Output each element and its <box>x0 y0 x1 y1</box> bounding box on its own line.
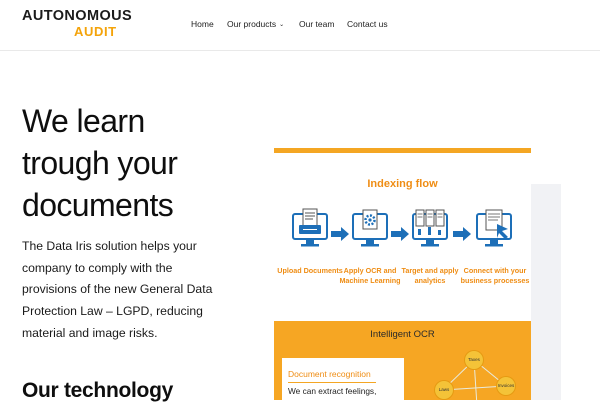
section-heading-technology: Our technology <box>22 379 173 402</box>
logo-line-1: AUTONOMOUS <box>22 8 133 24</box>
document-recognition-box: Document recognition We can extract feel… <box>282 358 404 400</box>
arrow-right-icon <box>453 227 471 241</box>
logo-line-2: AUDIT <box>74 23 117 39</box>
ocr-title: Intelligent OCR <box>370 329 435 340</box>
hero-description: The Data Iris solution helps your compan… <box>22 239 213 340</box>
node-invoices: Invoices <box>497 377 515 395</box>
hero-title: We learn trough your documents <box>22 100 262 226</box>
hero-title-line: documents <box>22 187 174 223</box>
logo[interactable]: AUTONOMOUS AUDIT <box>22 9 132 38</box>
upload-document-monitor-icon <box>292 208 328 247</box>
site-header: AUTONOMOUS AUDIT Home Our products ⌄ Our … <box>0 0 600 50</box>
hero-title-line: We learn <box>22 103 145 139</box>
ocr-gear-monitor-icon <box>352 209 388 247</box>
analytics-documents-monitor-icon <box>412 209 448 247</box>
arrow-right-icon <box>331 227 349 241</box>
flow-step-label: Target and apply analytics <box>401 266 459 285</box>
nav-item-contact-us[interactable]: Contact us <box>347 19 388 29</box>
intelligent-ocr-panel: Intelligent OCR Document recognition We … <box>274 321 531 400</box>
nav-item-label: Our products <box>227 19 277 29</box>
ocr-box-title: Document recognition <box>288 369 371 379</box>
node-taxes: Taxes <box>465 351 483 369</box>
hero-title-line: trough your <box>22 145 178 181</box>
business-process-monitor-icon <box>476 209 512 247</box>
flow-title: Indexing flow <box>367 178 438 190</box>
nav-item-our-products[interactable]: Our products ⌄ <box>227 19 284 29</box>
arrow-right-icon <box>391 227 409 241</box>
flow-step-label: Connect with your business processes <box>460 266 530 285</box>
nav-item-our-team[interactable]: Our team <box>299 19 334 29</box>
indexing-flow-diagram: Indexing flow Upload Documents Apply OCR… <box>274 148 531 298</box>
ocr-box-text: We can extract feelings, <box>288 386 377 396</box>
nav-item-home[interactable]: Home <box>191 19 214 29</box>
side-panel <box>531 184 561 400</box>
header-divider <box>0 50 600 51</box>
ocr-box-rule <box>288 382 376 383</box>
node-laws: Laws <box>435 381 453 399</box>
chevron-down-icon: ⌄ <box>279 22 285 28</box>
